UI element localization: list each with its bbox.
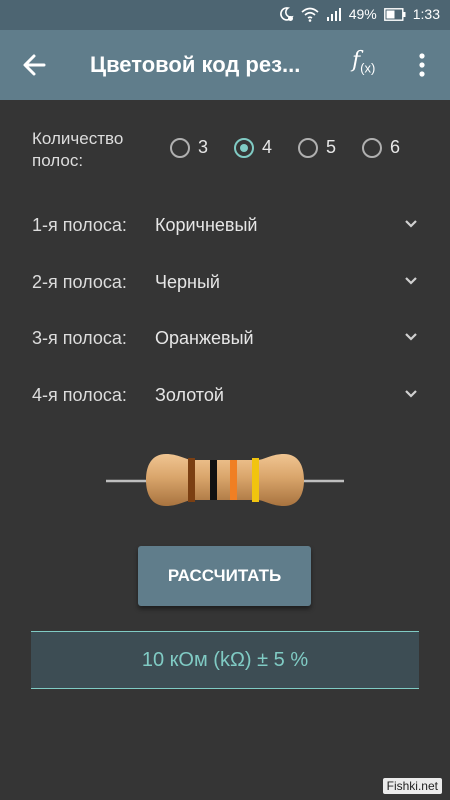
band-1-select[interactable]: 1-я полоса: Коричневый [0, 205, 450, 245]
fx-main: f [352, 48, 361, 73]
resistor-band-4 [252, 458, 259, 502]
radio-circle-checked[interactable] [234, 137, 254, 158]
fx-sub: (x) [360, 60, 376, 76]
battery-icon [383, 7, 406, 21]
band-4-value[interactable]: Золотой [155, 385, 224, 406]
radio-label: 3 [198, 137, 209, 157]
radio-circle[interactable] [170, 137, 190, 158]
resistor-illustration [106, 454, 344, 506]
radio-bands-5[interactable]: 5 [298, 137, 336, 158]
band-count-label: Количество полос: [32, 129, 124, 170]
calculate-button[interactable]: РАССЧИТАТЬ [138, 546, 311, 606]
band-2-label: 2-я полоса: [32, 272, 127, 292]
chevron-down-icon[interactable] [404, 389, 418, 399]
resistor-band-3 [230, 460, 237, 500]
status-bar: 49% 1:33 [0, 0, 450, 30]
band-2-select[interactable]: 2-я полоса: Черный [0, 262, 450, 302]
chevron-down-icon[interactable] [404, 276, 418, 286]
formula-fx-icon[interactable]: f(x) [352, 48, 375, 75]
radio-bands-4[interactable]: 4 [234, 137, 272, 158]
band-2-value[interactable]: Черный [155, 272, 220, 293]
radio-label: 5 [326, 137, 337, 157]
clock: 1:33 [412, 6, 440, 22]
do-not-disturb-moon-icon [279, 7, 294, 21]
band-3-value[interactable]: Оранжевый [155, 328, 254, 349]
resistor-band-1 [188, 458, 195, 502]
chevron-down-icon[interactable] [404, 219, 418, 229]
radio-label: 6 [390, 137, 401, 157]
radio-bands-3[interactable]: 3 [170, 137, 208, 158]
radio-label: 4 [262, 137, 273, 157]
page-title: Цветовой код рез... [90, 52, 301, 77]
band-4-select[interactable]: 4-я полоса: Золотой [0, 375, 450, 415]
app-bar: Цветовой код рез... f(x) [0, 30, 450, 100]
band-3-label: 3-я полоса: [32, 328, 127, 348]
band-1-label: 1-я полоса: [32, 215, 127, 235]
overflow-menu-icon[interactable] [414, 52, 430, 78]
watermark-logo: Fishki.net [382, 778, 442, 794]
wifi-icon [301, 7, 319, 22]
battery-percent: 49% [348, 6, 377, 22]
chevron-down-icon[interactable] [404, 332, 418, 342]
result-display: 10 кОм (kΩ) ± 5 % [31, 631, 419, 689]
signal-icon [326, 8, 341, 21]
resistor-band-2 [210, 460, 217, 500]
radio-bands-6[interactable]: 6 [362, 137, 400, 158]
radio-circle[interactable] [298, 137, 318, 158]
band-3-select[interactable]: 3-я полоса: Оранжевый [0, 318, 450, 358]
radio-circle[interactable] [362, 137, 382, 158]
resistor-body [146, 454, 304, 506]
back-arrow-icon[interactable] [20, 50, 50, 80]
status-icons: 49% 1:33 [278, 6, 440, 22]
band-1-value[interactable]: Коричневый [155, 215, 257, 236]
band-4-label: 4-я полоса: [32, 385, 127, 405]
